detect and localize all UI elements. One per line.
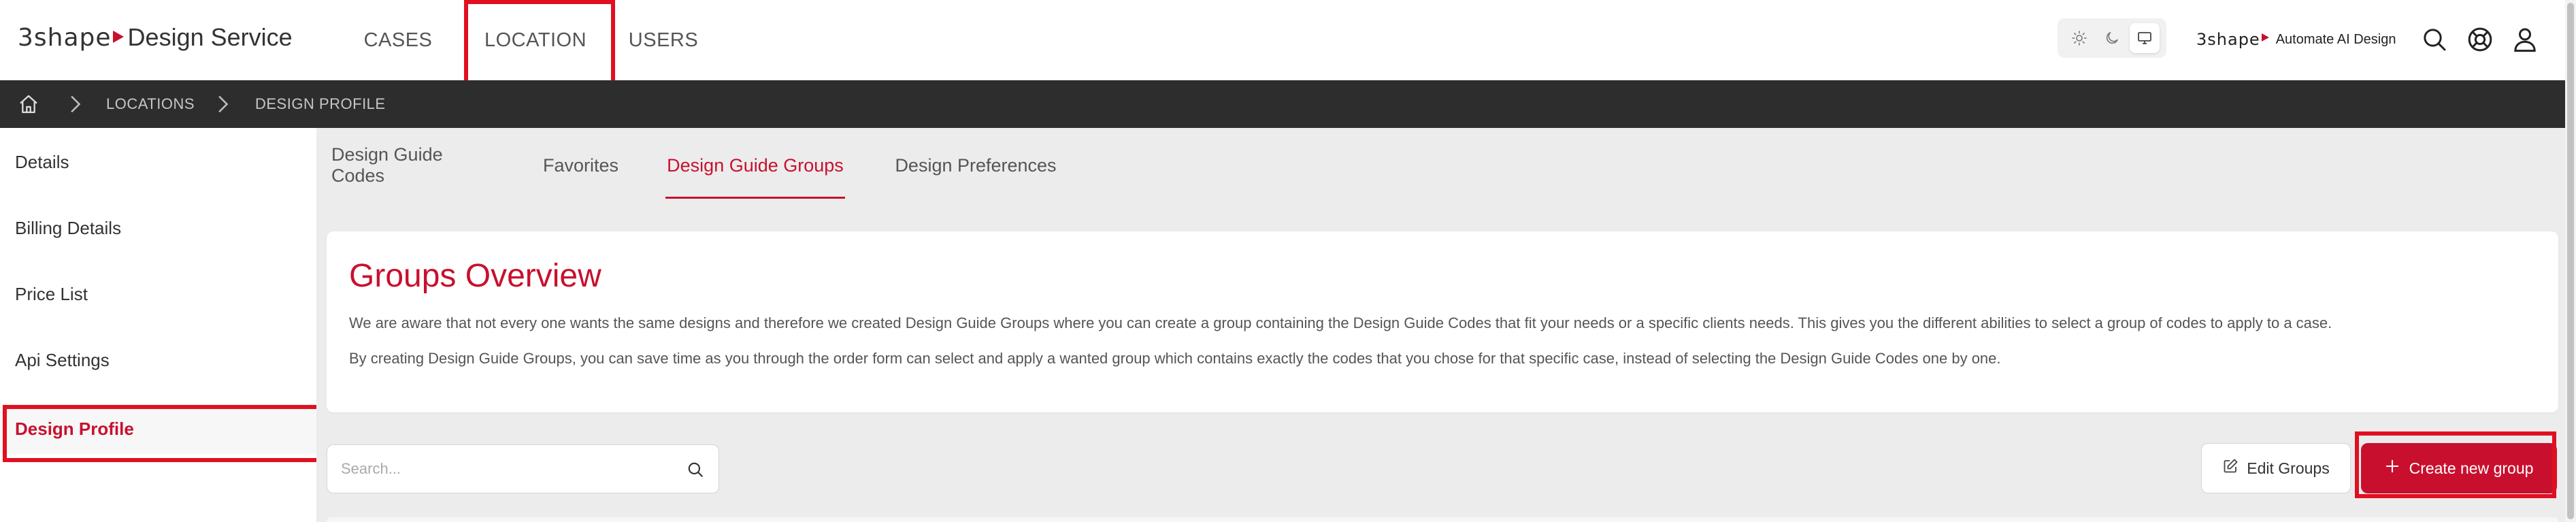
tab-design-preferences[interactable]: Design Preferences bbox=[890, 128, 1061, 203]
chevron-right-icon bbox=[65, 94, 85, 114]
moon-icon[interactable] bbox=[2097, 23, 2127, 53]
top-navigation: 3shape Design Service CASES LOCATION USE… bbox=[0, 0, 2576, 86]
search-icon[interactable] bbox=[2417, 22, 2451, 56]
sub-tabs: Design Guide Codes Favorites Design Guid… bbox=[316, 128, 2576, 203]
nav-tab-users[interactable]: USERS bbox=[619, 0, 708, 80]
create-new-group-label: Create new group bbox=[2409, 459, 2534, 477]
search-input[interactable] bbox=[327, 445, 674, 493]
groups-overview-card: Groups Overview We are aware that not ev… bbox=[327, 231, 2558, 412]
sidebar: Details Billing Details Price List Api S… bbox=[0, 128, 320, 522]
groups-list-top bbox=[327, 517, 2558, 522]
edit-groups-label: Edit Groups bbox=[2247, 459, 2330, 477]
breadcrumb-item-design-profile: DESIGN PROFILE bbox=[255, 95, 386, 112]
monitor-icon[interactable] bbox=[2130, 23, 2160, 53]
ai-brand-name: Automate AI Design bbox=[2275, 31, 2396, 47]
brand-name: Design Service bbox=[127, 23, 293, 51]
nav-tab-cases[interactable]: CASES bbox=[354, 0, 442, 80]
automate-ai-logo[interactable]: 3shape Automate AI Design bbox=[2196, 27, 2396, 52]
pencil-icon bbox=[2222, 458, 2239, 478]
sun-icon[interactable] bbox=[2064, 23, 2094, 53]
breadcrumb: LOCATIONS DESIGN PROFILE bbox=[0, 80, 2576, 128]
tab-design-guide-groups[interactable]: Design Guide Groups bbox=[665, 128, 845, 203]
edit-groups-button[interactable]: Edit Groups bbox=[2201, 443, 2351, 493]
sidebar-item-billing-details[interactable]: Billing Details bbox=[0, 203, 316, 253]
plus-icon bbox=[2385, 459, 2400, 478]
sidebar-item-design-profile[interactable]: Design Profile bbox=[0, 404, 320, 462]
home-icon[interactable] bbox=[14, 90, 44, 118]
brand-triangle-icon bbox=[112, 31, 124, 43]
ai-triangle-icon bbox=[2261, 33, 2269, 42]
sidebar-item-price-list[interactable]: Price List bbox=[0, 269, 316, 319]
nav-tab-location[interactable]: LOCATION bbox=[464, 0, 615, 86]
chevron-right-icon bbox=[212, 94, 233, 114]
breadcrumb-item-locations[interactable]: LOCATIONS bbox=[106, 80, 195, 128]
overview-description-1: We are aware that not every one wants th… bbox=[349, 314, 2332, 331]
overview-description-2: By creating Design Guide Groups, you can… bbox=[349, 350, 2001, 367]
tab-design-guide-codes[interactable]: Design Guide Codes bbox=[331, 128, 496, 203]
tab-favorites[interactable]: Favorites bbox=[541, 128, 621, 203]
create-new-group-button[interactable]: Create new group bbox=[2361, 443, 2557, 493]
sidebar-item-api-settings[interactable]: Api Settings bbox=[0, 335, 316, 385]
page-scrollbar[interactable] bbox=[2565, 0, 2576, 522]
main-content: Design Guide Codes Favorites Design Guid… bbox=[316, 128, 2576, 522]
scrollbar-thumb[interactable] bbox=[2567, 3, 2574, 519]
user-icon[interactable] bbox=[2508, 22, 2542, 56]
lifebuoy-icon[interactable] bbox=[2463, 22, 2497, 56]
main-nav: CASES LOCATION USERS bbox=[354, 0, 708, 86]
brand-mark: 3shape bbox=[18, 24, 112, 52]
brand-logo[interactable]: 3shape Design Service bbox=[18, 23, 293, 52]
app-root: 3shape Design Service CASES LOCATION USE… bbox=[0, 0, 2576, 522]
sidebar-item-details[interactable]: Details bbox=[0, 137, 316, 187]
group-search bbox=[327, 444, 719, 493]
theme-switcher bbox=[2058, 18, 2166, 58]
groups-overview-title: Groups Overview bbox=[349, 258, 601, 294]
search-icon[interactable] bbox=[684, 459, 706, 480]
ai-brand-mark: 3shape bbox=[2196, 30, 2260, 49]
